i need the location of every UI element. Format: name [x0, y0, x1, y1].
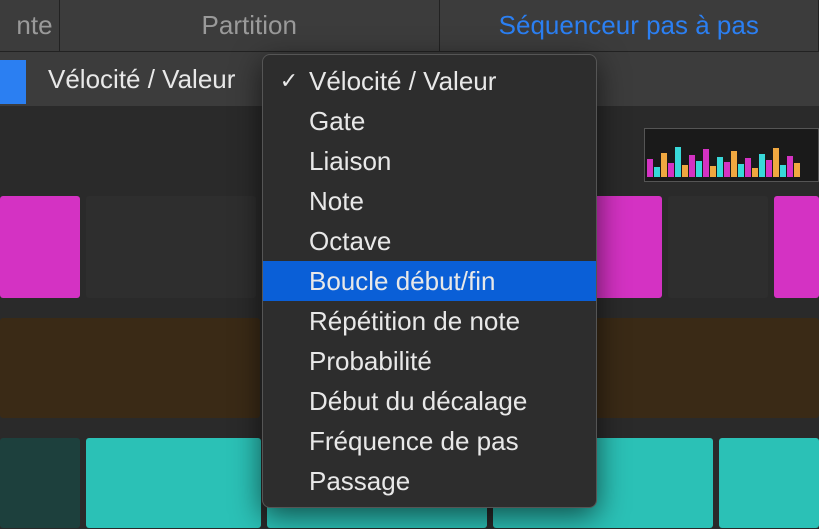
dropdown-label: Vélocité / Valeur: [48, 64, 235, 95]
visualizer-bar: [794, 163, 800, 177]
visualizer-bar: [773, 148, 779, 177]
tab-step-sequencer[interactable]: Séquenceur pas à pas: [440, 0, 819, 51]
tab-bar: nte Partition Séquenceur pas à pas: [0, 0, 819, 52]
menu-item-label: Répétition de note: [309, 306, 520, 337]
visualizer-bar: [745, 158, 751, 177]
menu-item-label: Octave: [309, 226, 391, 257]
step-cell[interactable]: [719, 438, 819, 528]
visualizer-bar: [668, 163, 674, 177]
menu-item-label: Passage: [309, 466, 410, 497]
visualizer-bar: [661, 153, 667, 177]
visualizer-bar: [759, 154, 765, 177]
step-cell[interactable]: [774, 196, 819, 298]
step-cell[interactable]: [668, 196, 768, 298]
edit-mode-dropdown[interactable]: Vélocité / Valeur: [26, 52, 257, 106]
menu-item[interactable]: Probabilité: [263, 341, 596, 381]
menu-item[interactable]: Liaison: [263, 141, 596, 181]
visualizer-bar: [703, 149, 709, 177]
menu-item[interactable]: ✓ Vélocité / Valeur: [263, 61, 596, 101]
visualizer-bar: [738, 164, 744, 177]
menu-item-label: Gate: [309, 106, 365, 137]
visualizer-bar: [766, 160, 772, 177]
playhead-marker[interactable]: [0, 60, 26, 104]
checkmark-icon: ✓: [277, 68, 301, 94]
menu-item[interactable]: Gate: [263, 101, 596, 141]
menu-item[interactable]: Passage: [263, 461, 596, 501]
step-cell[interactable]: [0, 438, 80, 528]
menu-item[interactable]: Répétition de note: [263, 301, 596, 341]
menu-item-label: Fréquence de pas: [309, 426, 519, 457]
mini-visualizer[interactable]: [644, 128, 819, 182]
visualizer-bar: [696, 161, 702, 177]
visualizer-bar: [724, 162, 730, 177]
visualizer-bar: [780, 165, 786, 177]
visualizer-bar: [717, 157, 723, 177]
visualizer-bar: [647, 159, 653, 177]
visualizer-bar: [682, 165, 688, 177]
tab-left-partial[interactable]: nte: [0, 0, 60, 51]
visualizer-bar: [654, 167, 660, 177]
menu-item-label: Note: [309, 186, 364, 217]
edit-mode-menu: ✓ Vélocité / Valeur Gate Liaison Note Octave B…: [262, 54, 597, 508]
step-cell[interactable]: [86, 196, 256, 298]
tab-partition[interactable]: Partition: [60, 0, 440, 51]
visualizer-bar: [675, 147, 681, 177]
menu-item[interactable]: Boucle début/fin: [263, 261, 596, 301]
menu-item-label: Vélocité / Valeur: [309, 66, 496, 97]
menu-item[interactable]: Début du décalage: [263, 381, 596, 421]
visualizer-bar: [689, 155, 695, 177]
menu-item[interactable]: Octave: [263, 221, 596, 261]
step-cell[interactable]: [86, 438, 261, 528]
visualizer-bar: [787, 156, 793, 177]
menu-item-label: Liaison: [309, 146, 391, 177]
step-cell[interactable]: [0, 196, 80, 298]
visualizer-bar: [731, 151, 737, 177]
visualizer-bar: [710, 166, 716, 177]
step-cell[interactable]: [0, 318, 260, 418]
menu-item-label: Boucle début/fin: [309, 266, 495, 297]
visualizer-bar: [752, 168, 758, 177]
menu-item[interactable]: Note: [263, 181, 596, 221]
menu-item[interactable]: Fréquence de pas: [263, 421, 596, 461]
menu-item-label: Début du décalage: [309, 386, 527, 417]
menu-item-label: Probabilité: [309, 346, 432, 377]
